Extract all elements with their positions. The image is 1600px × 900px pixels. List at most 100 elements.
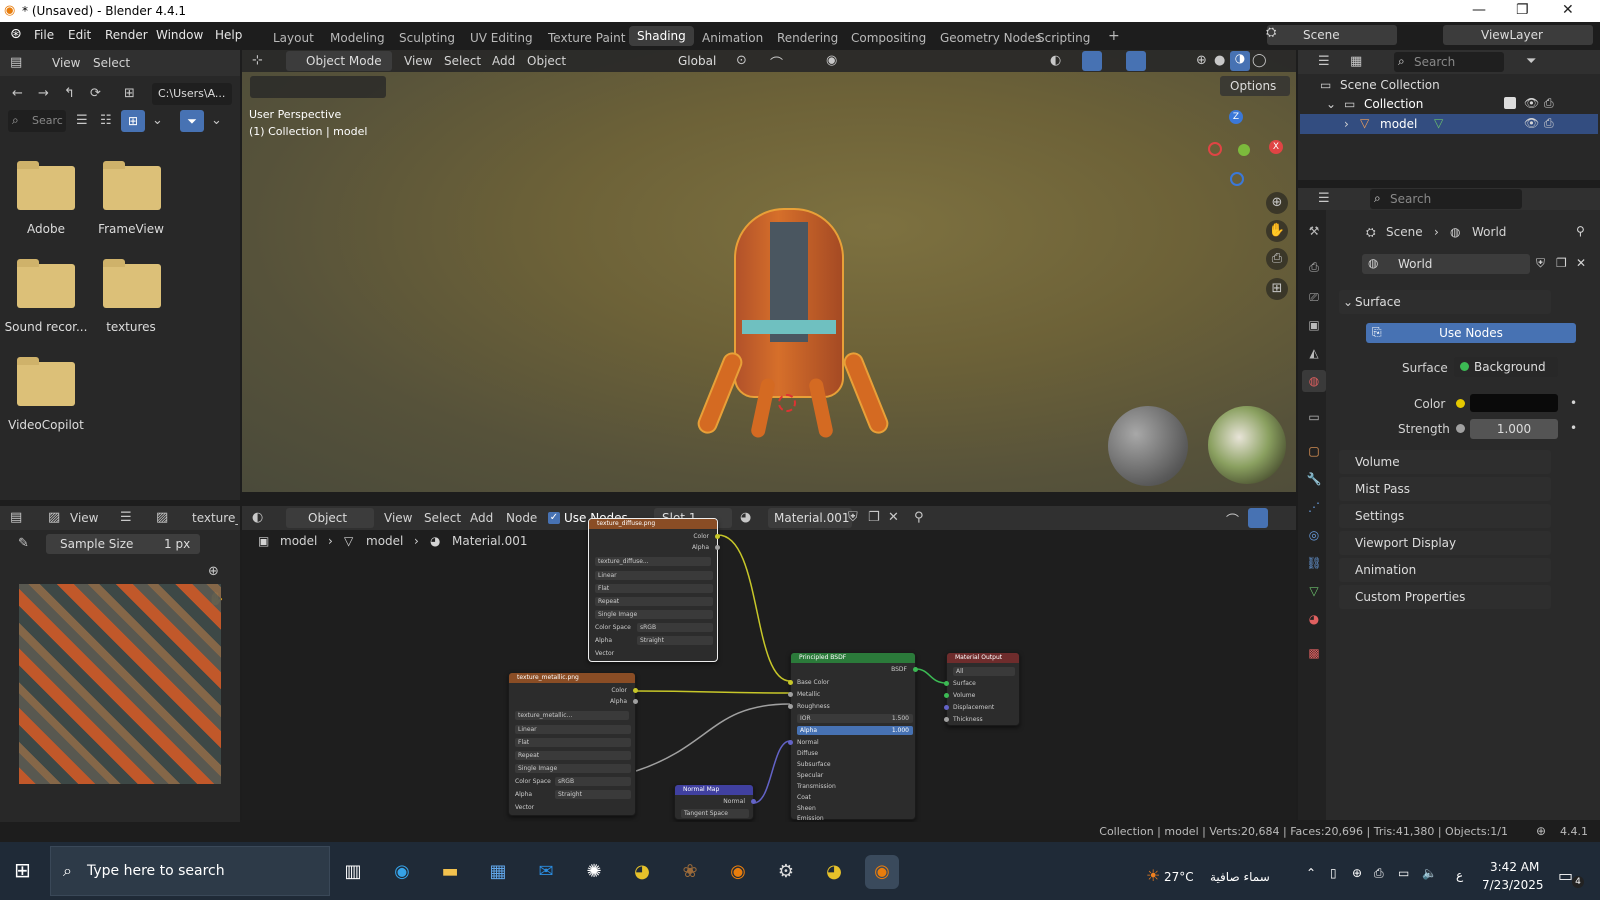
back-arrow-icon[interactable]: ←: [12, 86, 23, 101]
menu-window[interactable]: Window: [156, 28, 203, 42]
path-field[interactable]: C:\Users\A...: [152, 83, 232, 105]
vector-socket-icon[interactable]: [788, 740, 793, 745]
checkbox-icon[interactable]: [1504, 97, 1516, 109]
node-texture-metallic[interactable]: texture_metallic.png Color Alpha texture…: [508, 672, 638, 816]
tab-animation[interactable]: Animation: [702, 31, 763, 45]
extension-dropdown[interactable]: Repeat: [515, 751, 631, 760]
folder-icon[interactable]: [103, 161, 161, 210]
editor-type-icon[interactable]: ▤: [10, 55, 22, 70]
chrome-icon[interactable]: ◕: [625, 855, 659, 889]
blender-menu-icon[interactable]: ⊛: [10, 26, 22, 42]
list-vertical-icon[interactable]: ☰: [76, 113, 88, 128]
pivot-icon[interactable]: ⊙: [736, 53, 747, 68]
x-axis-icon[interactable]: X: [1269, 140, 1283, 154]
duplicate-icon[interactable]: ❐: [1556, 256, 1567, 270]
modifier-wrench-icon[interactable]: 🔧: [1306, 472, 1322, 488]
object-icon[interactable]: ▢: [1306, 444, 1322, 460]
solid-shading-icon[interactable]: ●: [1214, 53, 1225, 68]
ie-view-menu[interactable]: View: [70, 511, 98, 525]
hand-pan-icon[interactable]: ✋: [1266, 220, 1288, 242]
image-browse-icon[interactable]: ▨: [156, 510, 168, 525]
system-tray-icon[interactable]: ▯: [1330, 866, 1337, 880]
shader-socket-icon[interactable]: [913, 667, 918, 672]
minimize-icon[interactable]: —: [1472, 2, 1486, 18]
tab-layout[interactable]: Layout: [273, 31, 314, 45]
vp-object-menu[interactable]: Object: [527, 54, 566, 68]
visibility-icon[interactable]: ◐: [1050, 53, 1061, 68]
viewport-display-section-header[interactable]: Viewport Display: [1339, 531, 1551, 555]
image-datablock[interactable]: texture_diffuse...: [595, 557, 711, 566]
color-swatch[interactable]: [1470, 394, 1558, 412]
tab-texture-paint[interactable]: Texture Paint: [548, 31, 625, 45]
network-icon[interactable]: ⊕: [1352, 866, 1362, 880]
chevron-down-icon[interactable]: ⌄: [1343, 295, 1353, 309]
color-space-dropdown[interactable]: sRGB: [555, 777, 631, 786]
extension-dropdown[interactable]: Repeat: [595, 597, 713, 606]
pin-icon[interactable]: ⚲: [1576, 224, 1585, 238]
z-axis-icon[interactable]: Z: [1229, 110, 1243, 124]
fb-search-input[interactable]: ⌕ Searc: [8, 110, 66, 132]
eyedropper-icon[interactable]: ✎: [18, 536, 29, 551]
chevron-down-icon[interactable]: ⌄: [1326, 97, 1336, 111]
clock-date[interactable]: 7/23/2025: [1482, 878, 1544, 892]
color-socket-icon[interactable]: [715, 534, 720, 539]
chrome-icon[interactable]: ◕: [817, 855, 851, 889]
target-dropdown[interactable]: All: [953, 667, 1015, 676]
options-button[interactable]: Options: [1220, 76, 1290, 96]
blender-icon[interactable]: ◉: [721, 855, 755, 889]
tab-rendering[interactable]: Rendering: [777, 31, 838, 45]
sample-size-field[interactable]: Sample Size 1 px: [46, 534, 200, 554]
blender-active-icon[interactable]: ◉: [865, 855, 899, 889]
color-space-dropdown[interactable]: sRGB: [637, 623, 713, 632]
particles-icon[interactable]: ⋰: [1306, 500, 1322, 516]
image-name[interactable]: texture_d: [192, 511, 238, 525]
vp-view-menu[interactable]: View: [404, 54, 432, 68]
tab-sculpting[interactable]: Sculpting: [399, 31, 455, 45]
keyframe-dot-icon[interactable]: •: [1570, 396, 1577, 410]
zoom-icon[interactable]: ⊕: [1266, 192, 1288, 214]
camera-icon[interactable]: ⎙: [1544, 96, 1554, 111]
edge-icon[interactable]: ◉: [385, 855, 419, 889]
folder-icon[interactable]: [17, 161, 75, 210]
texture-preview[interactable]: [19, 584, 221, 784]
outlook-icon[interactable]: ✉: [529, 855, 563, 889]
chevron-up-icon[interactable]: ⌃: [1306, 866, 1316, 880]
y-axis-dot[interactable]: [1238, 144, 1250, 156]
menu-file[interactable]: File: [34, 28, 54, 42]
tab-geometry-nodes[interactable]: Geometry Nodes: [940, 31, 1041, 45]
overlay-toggle-icon[interactable]: [1126, 51, 1146, 71]
source-dropdown[interactable]: Single Image: [515, 764, 631, 773]
panel-subsurface[interactable]: Subsurface: [797, 761, 831, 768]
panel-sheen[interactable]: Sheen: [797, 805, 816, 812]
physics-icon[interactable]: ◎: [1306, 528, 1322, 544]
keyframe-dot-icon[interactable]: •: [1570, 421, 1577, 435]
add-workspace-icon[interactable]: +: [1108, 28, 1120, 44]
surface-section-header[interactable]: Surface: [1339, 290, 1551, 314]
menu-hamburger-icon[interactable]: ☰: [120, 510, 132, 525]
vector-socket-icon[interactable]: [944, 705, 949, 710]
viewlayer-selector[interactable]: ViewLayer: [1443, 25, 1593, 45]
fb-select-menu[interactable]: Select: [93, 56, 130, 70]
material-shading-icon[interactable]: ◑: [1230, 51, 1250, 71]
folder-icon[interactable]: [17, 259, 75, 308]
3d-viewport[interactable]: ⊹ Object Mode View Select Add Object Glo…: [242, 50, 1296, 492]
scene-selector[interactable]: Scene: [1267, 25, 1397, 45]
tab-compositing[interactable]: Compositing: [851, 31, 926, 45]
unlink-close-icon[interactable]: ✕: [1576, 256, 1586, 270]
view-layer-icon[interactable]: ▣: [1306, 318, 1322, 334]
node-principled-bsdf[interactable]: Principled BSDF BSDF Base Color Metallic…: [788, 652, 918, 822]
taskbar-search-box[interactable]: ⌕ Type here to search: [50, 846, 330, 896]
node-normal-map[interactable]: Normal Map Normal Tangent Space: [674, 784, 756, 820]
editor-type-icon[interactable]: ☰: [1318, 191, 1330, 206]
camera-icon[interactable]: ⎙: [1266, 248, 1288, 270]
tab-shading[interactable]: Shading: [629, 26, 694, 46]
mesh-data-icon[interactable]: ▽: [1306, 584, 1322, 600]
node-texture-diffuse[interactable]: texture_diffuse.png Color Alpha texture_…: [588, 518, 720, 662]
refresh-icon[interactable]: ⟳: [90, 86, 101, 101]
chevron-down-icon[interactable]: ⌄: [152, 113, 163, 128]
camera-icon[interactable]: ⎙: [1374, 866, 1384, 881]
material-icon[interactable]: ◕: [1306, 612, 1322, 628]
use-nodes-button[interactable]: Use Nodes: [1366, 323, 1576, 343]
chevron-down-icon[interactable]: ⌄: [211, 113, 222, 128]
world-datablock-field[interactable]: World: [1362, 254, 1530, 274]
